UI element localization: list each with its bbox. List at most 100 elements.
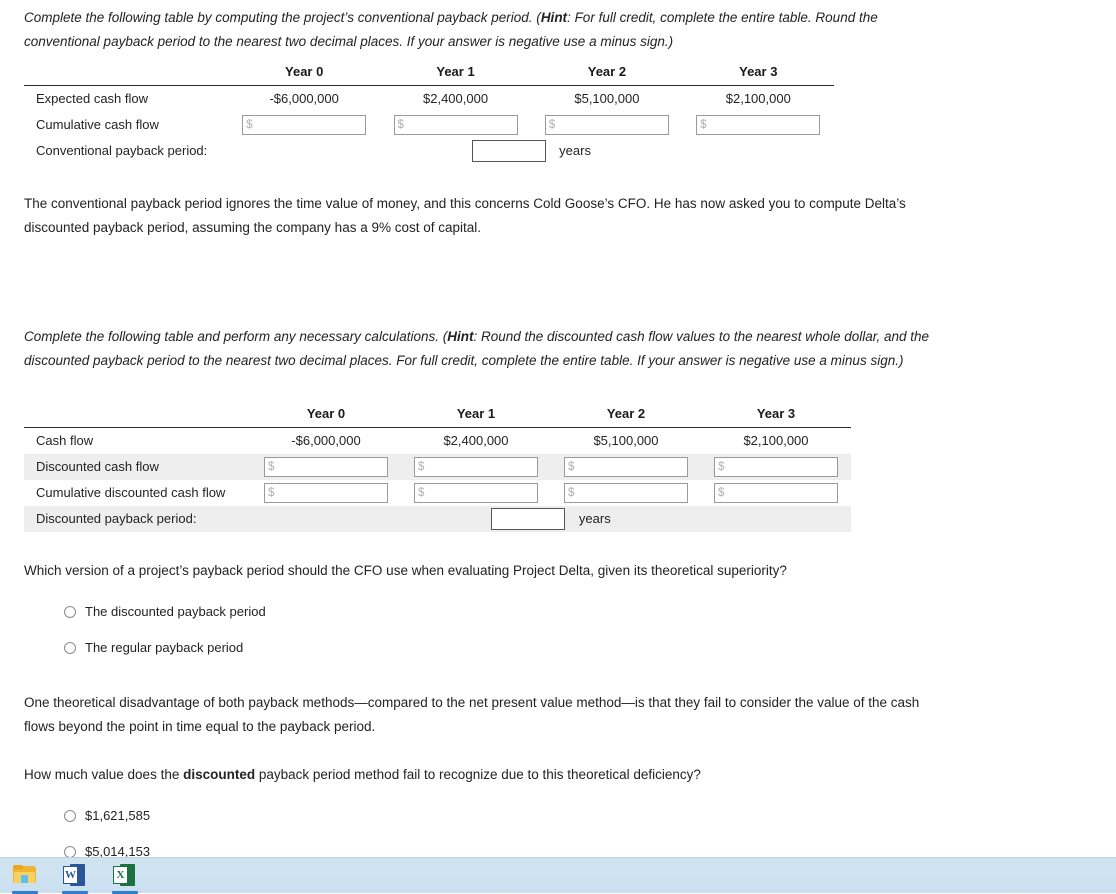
- input-cumulative-discounted-cash-flow-year-0[interactable]: [264, 482, 388, 503]
- column-header-year-2: Year 2: [587, 64, 627, 79]
- column-header-year-1: Year 1: [436, 64, 475, 79]
- microsoft-excel-icon: X: [113, 864, 137, 888]
- column-header-year-1: Year 1: [456, 406, 496, 421]
- cell-discounted-cash-flow-year-2: [551, 453, 701, 480]
- input-cumulative-cash-flow-year-1[interactable]: [393, 114, 518, 135]
- question-4-prompt: How much value does the discounted payba…: [24, 763, 924, 787]
- table-row-cumulative-cash-flow: Cumulative cash flow: [24, 112, 834, 138]
- input-conventional-payback-period[interactable]: [471, 139, 546, 162]
- cell-expected-cash-flow-year-3: $2,100,000: [725, 91, 791, 107]
- input-cumulative-discounted-cash-flow-year-3[interactable]: [714, 482, 838, 503]
- table-corner-cell: [24, 64, 229, 85]
- cell-expected-cash-flow-year-0: -$6,000,000: [269, 91, 339, 107]
- cell-cumulative-cash-flow-year-1: [380, 112, 531, 138]
- question-4-emphasis: discounted: [183, 767, 256, 782]
- input-discounted-cash-flow-year-0[interactable]: [264, 456, 388, 477]
- table-row-conventional-payback-period: Conventional payback period: years: [24, 138, 834, 164]
- cell-expected-cash-flow-year-2: $5,100,000: [574, 91, 640, 107]
- question-2-prompt: Complete the following table and perform…: [24, 325, 932, 373]
- cell-cumulative-cash-flow-year-0: [229, 112, 380, 138]
- column-header-year-3: Year 3: [739, 64, 778, 79]
- input-cumulative-cash-flow-year-0[interactable]: [242, 114, 367, 135]
- cell-cash-flow-year-3: $2,100,000: [743, 433, 809, 449]
- theoretical-disadvantage-statement: One theoretical disadvantage of both pay…: [24, 695, 920, 734]
- table-header-row: Year 0 Year 1 Year 2 Year 3: [24, 64, 834, 85]
- unit-label-years: years: [578, 511, 611, 526]
- unit-label-years: years: [559, 143, 591, 158]
- cell-discounted-cash-flow-year-0: [251, 453, 401, 480]
- table-row-cumulative-discounted-cash-flow: Cumulative discounted cash flow: [24, 480, 851, 506]
- file-explorer-icon: [13, 865, 37, 889]
- taskbar-item-microsoft-excel[interactable]: X: [110, 862, 140, 894]
- cell-discounted-payback-period: years: [251, 505, 851, 532]
- windows-taskbar: W X: [0, 857, 1116, 894]
- cell-cumulative-cash-flow-year-3: [683, 112, 834, 138]
- table-corner-cell: [24, 406, 251, 427]
- radio-option-discounted-payback-period[interactable]: The discounted payback period: [64, 604, 266, 619]
- table-row-expected-cash-flow: Expected cash flow -$6,000,000 $2,400,00…: [24, 86, 834, 112]
- microsoft-word-icon: W: [63, 864, 87, 888]
- taskbar-item-file-explorer[interactable]: [10, 862, 40, 894]
- input-discounted-cash-flow-year-3[interactable]: [714, 456, 838, 477]
- radio-button-icon[interactable]: [64, 845, 76, 857]
- cell-cash-flow-year-1: $2,400,000: [443, 433, 509, 449]
- input-discounted-payback-period[interactable]: [491, 507, 566, 530]
- row-label-discounted-payback-period: Discounted payback period:: [24, 505, 251, 532]
- radio-option-label: The regular payback period: [85, 640, 244, 655]
- input-cumulative-cash-flow-year-2[interactable]: [544, 114, 669, 135]
- column-header-year-0: Year 0: [285, 64, 324, 79]
- column-header-year-2: Year 2: [606, 406, 646, 421]
- question-4-prompt-lead: How much value does the: [24, 767, 184, 782]
- radio-button-icon[interactable]: [64, 641, 76, 654]
- table-row-discounted-payback-period: Discounted payback period: years: [24, 505, 851, 532]
- cell-discounted-cash-flow-year-1: [401, 453, 551, 480]
- discounted-payback-table: Year 0 Year 1 Year 2 Year 3 Cash flow -$…: [24, 406, 851, 532]
- radio-option-regular-payback-period[interactable]: The regular payback period: [64, 640, 243, 655]
- radio-button-icon[interactable]: [64, 605, 76, 618]
- taskbar-item-microsoft-word[interactable]: W: [60, 862, 90, 894]
- cell-cash-flow-year-0: -$6,000,000: [291, 433, 361, 449]
- cell-cumulative-discounted-cash-flow-year-0: [251, 480, 401, 506]
- row-label-cumulative-cash-flow: Cumulative cash flow: [36, 117, 159, 132]
- table-row-cash-flow: Cash flow -$6,000,000 $2,400,000 $5,100,…: [24, 428, 851, 454]
- row-label-discounted-cash-flow: Discounted cash flow: [24, 453, 251, 480]
- excel-icon-letter: X: [116, 869, 125, 881]
- conventional-payback-table: Year 0 Year 1 Year 2 Year 3 Expected cas…: [24, 64, 834, 164]
- cell-cumulative-discounted-cash-flow-year-3: [701, 480, 851, 506]
- input-discounted-cash-flow-year-2[interactable]: [564, 456, 688, 477]
- cell-cumulative-cash-flow-year-2: [531, 112, 682, 138]
- input-discounted-cash-flow-year-1[interactable]: [414, 456, 538, 477]
- row-label-cash-flow: Cash flow: [36, 433, 94, 449]
- question-3-prompt: Which version of a project’s payback per…: [24, 563, 787, 578]
- input-cumulative-discounted-cash-flow-year-2[interactable]: [564, 482, 688, 503]
- cell-cash-flow-year-2: $5,100,000: [593, 433, 659, 449]
- table-header-row: Year 0 Year 1 Year 2 Year 3: [24, 406, 851, 427]
- column-header-year-0: Year 0: [306, 406, 346, 421]
- question-2-hint-label: Hint: [447, 329, 474, 344]
- question-2-prompt-lead: Complete the following table and perform…: [24, 329, 448, 344]
- word-icon-letter: W: [65, 869, 76, 881]
- question-1-prompt-lead: Complete the following table by computin…: [24, 10, 541, 25]
- table-row-discounted-cash-flow: Discounted cash flow: [24, 453, 851, 480]
- column-header-year-3: Year 3: [756, 406, 796, 421]
- cell-conventional-payback-period: years: [229, 138, 835, 164]
- radio-option-label: The discounted payback period: [85, 604, 266, 619]
- question-1-prompt: Complete the following table by computin…: [24, 6, 914, 54]
- cell-discounted-cash-flow-year-3: [701, 453, 851, 480]
- row-label-expected-cash-flow: Expected cash flow: [36, 91, 149, 107]
- input-cumulative-discounted-cash-flow-year-1[interactable]: [414, 482, 538, 503]
- cell-expected-cash-flow-year-1: $2,400,000: [423, 91, 489, 107]
- row-label-conventional-payback-period: Conventional payback period:: [36, 143, 208, 158]
- cell-cumulative-discounted-cash-flow-year-2: [551, 480, 701, 506]
- radio-option-label: $5,014,153: [85, 844, 151, 857]
- radio-option-label: $1,621,585: [85, 808, 151, 823]
- interstitial-paragraph: The conventional payback period ignores …: [24, 196, 906, 235]
- radio-button-icon[interactable]: [64, 809, 76, 822]
- question-4-prompt-tail: payback period method fail to recognize …: [255, 767, 701, 782]
- row-label-cumulative-discounted-cash-flow: Cumulative discounted cash flow: [36, 485, 226, 500]
- worksheet-page: Complete the following table by computin…: [0, 0, 1116, 857]
- radio-option-value-5014153[interactable]: $5,014,153: [64, 844, 150, 857]
- radio-option-value-1621585[interactable]: $1,621,585: [64, 808, 150, 823]
- input-cumulative-cash-flow-year-3[interactable]: [696, 114, 821, 135]
- cell-cumulative-discounted-cash-flow-year-1: [401, 480, 551, 506]
